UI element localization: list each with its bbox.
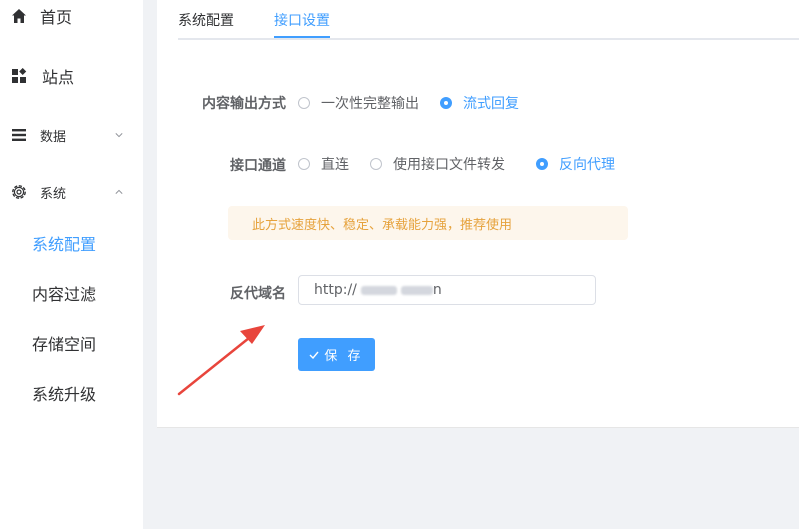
radio-label: 反向代理	[559, 157, 615, 173]
radio-file-forward[interactable]: 使用接口文件转发	[370, 154, 505, 174]
sidebar-subitem-storage[interactable]: 存储空间	[0, 325, 143, 361]
sidebar-item-label: 站点	[42, 68, 75, 87]
radio-circle	[298, 158, 310, 170]
sidebar-item-data[interactable]: 数据	[0, 115, 143, 155]
sidebar-item-label: 数据	[40, 129, 67, 145]
active-tab-indicator	[274, 36, 330, 38]
alert-text: 此方式速度快、稳定、承载能力强，推荐使用	[252, 217, 513, 233]
sidebar-item-home[interactable]: 首页	[0, 0, 143, 36]
menu-icon	[10, 126, 28, 144]
radio-direct[interactable]: 直连	[298, 154, 349, 174]
redacted-text	[400, 285, 433, 295]
tab-interface-settings[interactable]: 接口设置	[274, 10, 330, 30]
sidebar-item-system[interactable]: 系统	[0, 172, 143, 212]
proxy-domain-label: 反代域名	[230, 286, 286, 302]
proxy-domain-input[interactable]: http://n	[298, 275, 596, 305]
sidebar-subitem-label: 存储空间	[32, 335, 97, 354]
tab-system-config[interactable]: 系统配置	[178, 10, 234, 30]
radio-circle	[298, 97, 310, 109]
check-icon	[309, 351, 319, 359]
chevron-up-icon	[115, 189, 123, 194]
radio-circle	[536, 158, 548, 170]
channel-label: 接口通道	[230, 158, 286, 174]
radio-full-output[interactable]: 一次性完整输出	[298, 93, 419, 113]
warning-alert: 此方式速度快、稳定、承载能力强，推荐使用	[228, 206, 628, 240]
gear-icon	[10, 183, 28, 201]
sidebar-item-label: 系统	[40, 186, 67, 202]
radio-circle	[440, 97, 452, 109]
save-button[interactable]: 保 存	[298, 338, 375, 371]
redacted-text	[360, 285, 397, 295]
sidebar-subitem-content-filter[interactable]: 内容过滤	[0, 275, 143, 311]
proxy-domain-value: http://n	[314, 282, 442, 298]
sidebar-subitem-system-config[interactable]: 系统配置	[0, 225, 143, 261]
sidebar-item-label: 首页	[40, 8, 73, 27]
sidebar-subitem-label: 系统升级	[32, 385, 97, 404]
radio-stream-reply[interactable]: 流式回复	[440, 93, 519, 113]
radio-label: 一次性完整输出	[321, 96, 419, 112]
tab-bar: 系统配置 接口设置	[178, 0, 799, 40]
sidebar: 首页 站点 数据 系统 系统配置 内容过滤 存储空间 系统升级	[0, 0, 143, 529]
chevron-down-icon	[115, 133, 123, 138]
radio-label: 直连	[321, 157, 349, 173]
sidebar-subitem-label: 内容过滤	[32, 285, 97, 304]
apps-icon	[10, 67, 28, 85]
radio-reverse-proxy[interactable]: 反向代理	[536, 154, 615, 174]
sidebar-subitem-label: 系统配置	[32, 235, 97, 254]
radio-label: 使用接口文件转发	[393, 157, 505, 173]
sidebar-subitem-upgrade[interactable]: 系统升级	[0, 375, 143, 411]
save-button-label: 保 存	[324, 349, 364, 364]
sidebar-item-site[interactable]: 站点	[0, 56, 143, 96]
home-icon	[10, 7, 28, 25]
radio-label: 流式回复	[463, 96, 519, 112]
output-mode-label: 内容输出方式	[202, 96, 286, 112]
radio-circle	[370, 158, 382, 170]
